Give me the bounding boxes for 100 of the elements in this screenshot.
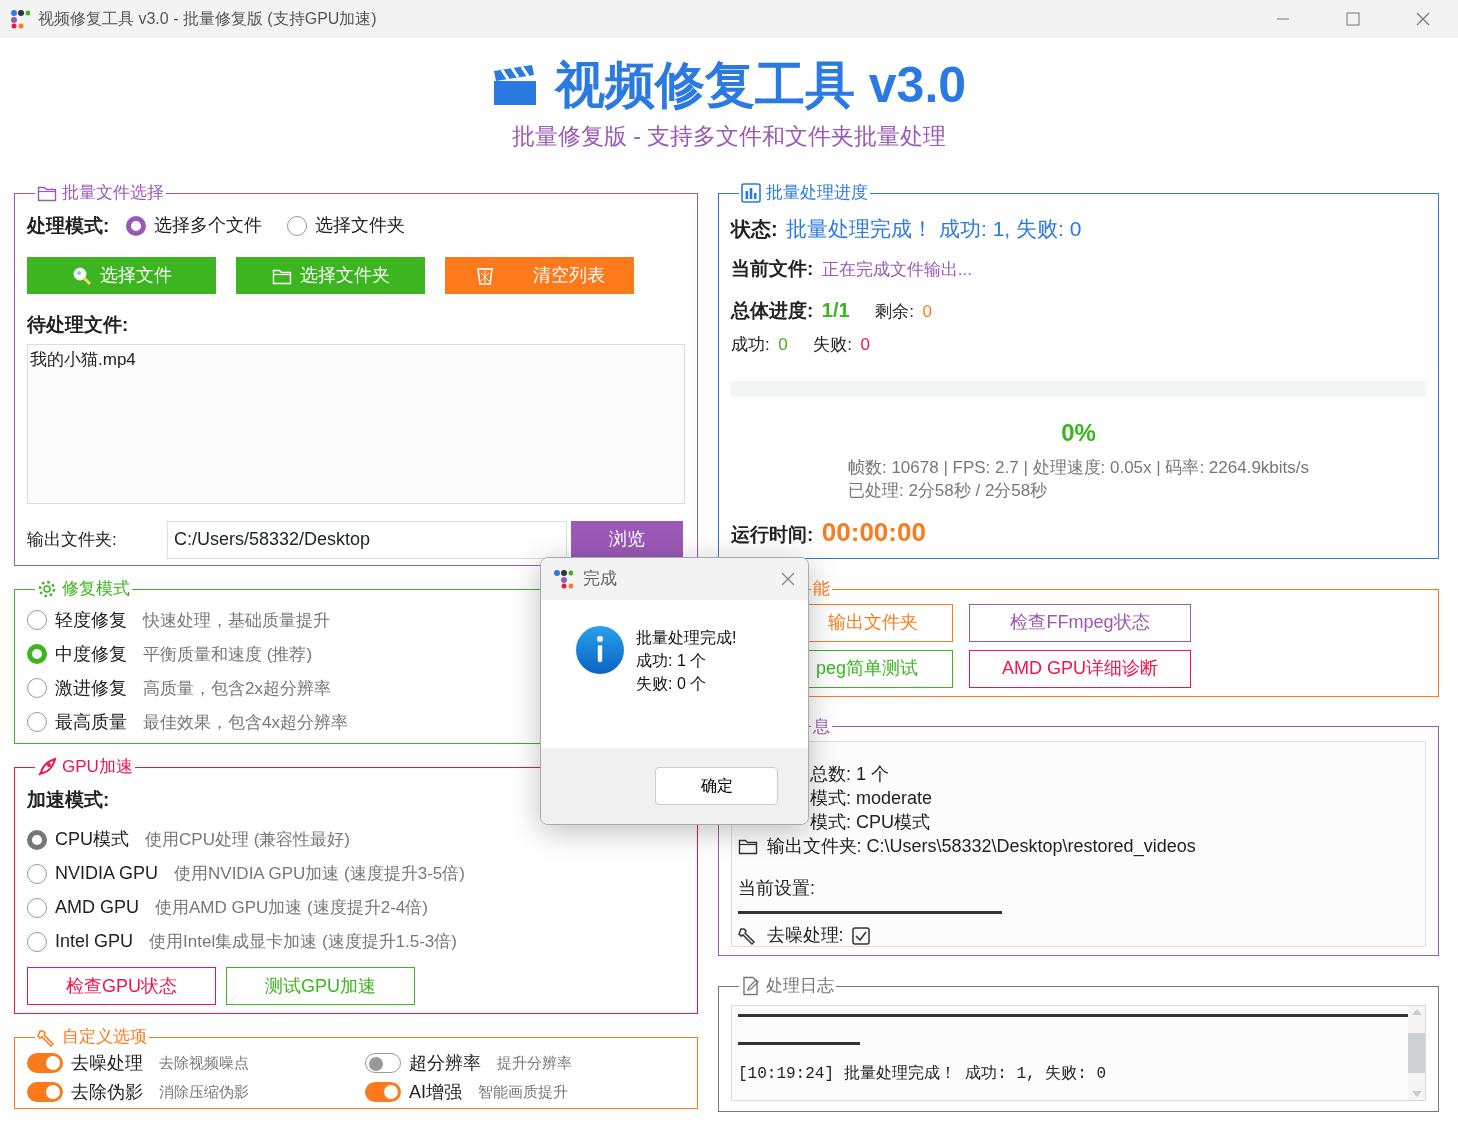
option-label: 选择多个文件 [153,214,262,238]
option-label: AMD GPU [55,896,139,920]
option-description: 最佳效果，包含4x超分辨率 [143,711,348,734]
info-line: 模式: moderate [810,786,933,810]
section-title: 批量文件选择 [62,183,164,204]
radio-button[interactable] [27,610,47,631]
option-description: 使用Intel集成显卡加速 (速度提升1.5-3倍) [149,931,457,954]
field-label: 状态: [731,217,778,243]
info-line: 模式: CPU模式 [810,810,930,834]
clapperboard-icon [491,64,538,107]
option-description: 使用CPU处理 (兼容性最好) [145,829,350,852]
dialog-title: 完成 [583,568,617,591]
field-label: 成功: [731,333,770,356]
field-value: 0 [922,301,932,324]
folder-icon [738,837,758,856]
quick-action-button[interactable]: AMD GPU详细诊断 [969,649,1191,688]
section-title: 息 [813,716,830,738]
option-description: 去除视频噪点 [159,1053,249,1074]
gpu-action-button[interactable]: 检查GPU状态 [27,967,216,1006]
browse-button[interactable]: 浏览 [571,520,684,559]
option-label: 选择文件夹 [314,214,405,238]
field-label: 加速模式: [27,787,111,812]
option-label: NVIDIA GPU [55,862,159,886]
field-value: 0 [778,333,788,356]
bar-chart-icon [741,183,761,204]
section-title: GPU加速 [62,757,133,778]
section-title: 自定义选项 [62,1027,147,1048]
option-description: 高质量，包含2x超分辨率 [143,677,331,700]
file-list[interactable]: 我的小猫.mp4 [27,343,685,504]
section-title: 批量处理进度 [766,183,868,204]
field-label: 待处理文件: [27,313,130,338]
radio-button[interactable] [27,863,47,884]
field-value: 正在完成文件输出... [821,258,972,281]
radio-button[interactable] [27,931,47,952]
app-logo-icon [10,9,30,29]
option-label: 去噪处理 [71,1051,143,1075]
toggle-switch[interactable] [365,1082,401,1103]
field-value: 1/1 [821,298,850,324]
option-description: 平衡质量和速度 (推荐) [143,643,313,666]
option-label: 最高质量 [55,710,127,734]
dialog-message: 成功: 1 个 [636,651,708,672]
option-description: 智能画质提升 [478,1082,568,1103]
gpu-action-button[interactable]: 测试GPU加速 [226,967,415,1006]
radio-button[interactable] [125,215,146,236]
quick-action-button[interactable]: 检查FFmpeg状态 [969,603,1191,642]
radio-button[interactable] [27,644,47,665]
scrollbar[interactable] [1408,1005,1425,1100]
maximize-icon[interactable] [1345,11,1361,27]
option-description: 快速处理，基础质量提升 [143,609,330,632]
scrollbar-thumb[interactable] [1408,1032,1425,1073]
info-line: 当前设置: [738,877,816,901]
option-label: Intel GPU [55,930,134,954]
option-label: 激进修复 [55,676,127,700]
radio-button[interactable] [27,829,47,850]
stats-line: 已处理: 2分58秒 / 2分58秒 [847,480,1049,503]
option-label: AI增强 [409,1080,462,1104]
scroll-down-icon[interactable] [1411,1090,1422,1097]
toggle-switch[interactable] [27,1053,63,1074]
close-icon[interactable] [1415,11,1431,27]
option-label: 超分辨率 [409,1051,481,1075]
radio-button[interactable] [27,678,47,699]
field-label: 失败: [813,333,852,356]
output-folder-field[interactable]: C:/Users/58332/Desktop [167,520,567,559]
app-title: 视频修复工具 v3.0 [554,58,967,113]
clear-list-button[interactable]: 清空列表 [445,257,634,295]
ok-button[interactable]: 确定 [655,767,778,805]
section-title: 处理日志 [766,976,834,997]
option-label: CPU模式 [55,828,129,852]
field-value: 批量处理完成！ 成功: 1, 失败: 0 [786,216,1082,243]
field-label: 总体进度: [731,299,814,324]
toggle-switch[interactable] [365,1053,401,1074]
file-item[interactable]: 我的小猫.mp4 [30,346,682,373]
radio-button[interactable] [27,897,47,918]
radio-button[interactable] [27,712,47,733]
select-button[interactable]: 选择文件 [27,257,216,295]
toggle-switch[interactable] [27,1082,63,1103]
section-title: 修复模式 [62,578,130,600]
dialog-message: 失败: 0 个 [636,674,708,695]
window-title: 视频修复工具 v3.0 - 批量修复版 (支持GPU加速) [38,9,377,29]
option-description: 提升分辨率 [497,1053,572,1074]
field-label: 输出文件夹: [27,529,118,552]
info-line: 输出文件夹: C:\Users\58332\Desktop\restored_videos [766,834,1196,859]
option-description: 消除压缩伪影 [159,1082,249,1103]
scroll-up-icon[interactable] [1411,1008,1422,1015]
log-line: [10:19:24] 批量处理完成！ 成功: 1, 失败: 0 [738,1063,1108,1086]
app-subtitle: 批量修复版 - 支持多文件和文件夹批量处理 [511,122,947,151]
select-button[interactable]: 选择文件夹 [236,257,425,295]
option-label: 中度修复 [55,642,127,666]
field-label: 运行时间: [731,523,814,548]
folder-icon [37,184,57,203]
field-label: 处理模式: [27,213,110,238]
progress-percent: 0% [1061,418,1096,449]
radio-button[interactable] [286,215,307,236]
trash-icon [474,265,495,286]
field-value: 0 [860,333,870,356]
close-icon[interactable] [780,571,796,587]
option-label: 轻度修复 [55,608,127,632]
app-logo-icon [553,569,573,589]
wrench-icon [37,1027,57,1048]
gear-icon [37,579,57,600]
